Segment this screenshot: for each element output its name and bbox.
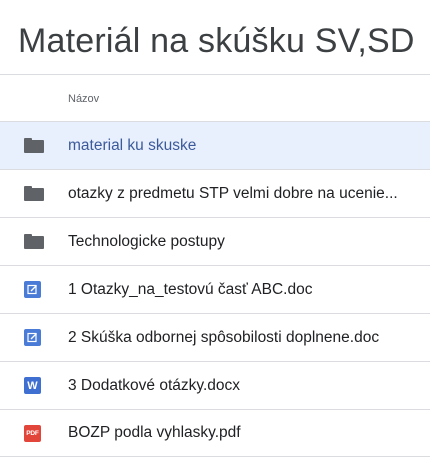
- list-item-folder[interactable]: Technologicke postupy: [0, 217, 430, 265]
- file-name: 2 Skúška odbornej spôsobilosti doplnene.…: [68, 328, 380, 346]
- list-item-folder[interactable]: otazky z predmetu STP velmi dobre na uce…: [0, 169, 430, 217]
- pdf-icon: PDF: [24, 424, 41, 442]
- list-item-file[interactable]: W 3 Dodatkové otázky.docx: [0, 361, 430, 409]
- file-name: BOZP podla vyhlasky.pdf: [68, 424, 241, 441]
- file-list: material ku skuske otazky z predmetu STP…: [0, 121, 430, 457]
- list-item-folder[interactable]: material ku skuske: [0, 121, 430, 169]
- file-name: 3 Dodatkové otázky.docx: [68, 376, 241, 394]
- folder-icon: [24, 138, 44, 153]
- title-divider: [0, 74, 430, 75]
- list-item-file[interactable]: PDF BOZP podla vyhlasky.pdf: [0, 409, 430, 457]
- word-icon: W: [24, 377, 41, 394]
- list-item-file[interactable]: 2 Skúška odbornej spôsobilosti doplnene.…: [0, 313, 430, 361]
- folder-icon: [24, 186, 44, 201]
- page-title: Materiál na skúšku SV,SD: [18, 22, 415, 60]
- file-name: otazky z predmetu STP velmi dobre na uce…: [68, 184, 398, 202]
- file-browser-page: Materiál na skúšku SV,SD Názov material …: [0, 0, 430, 457]
- folder-icon: [24, 234, 44, 249]
- file-name: material ku skuske: [68, 136, 197, 154]
- file-name: Technologicke postupy: [68, 232, 225, 250]
- doc-icon: [24, 329, 41, 346]
- column-header-name[interactable]: Názov: [68, 92, 99, 106]
- file-name: 1 Otazky_na_testovú časť ABC.doc: [68, 280, 313, 298]
- list-item-file[interactable]: 1 Otazky_na_testovú časť ABC.doc: [0, 265, 430, 313]
- doc-icon: [24, 281, 41, 298]
